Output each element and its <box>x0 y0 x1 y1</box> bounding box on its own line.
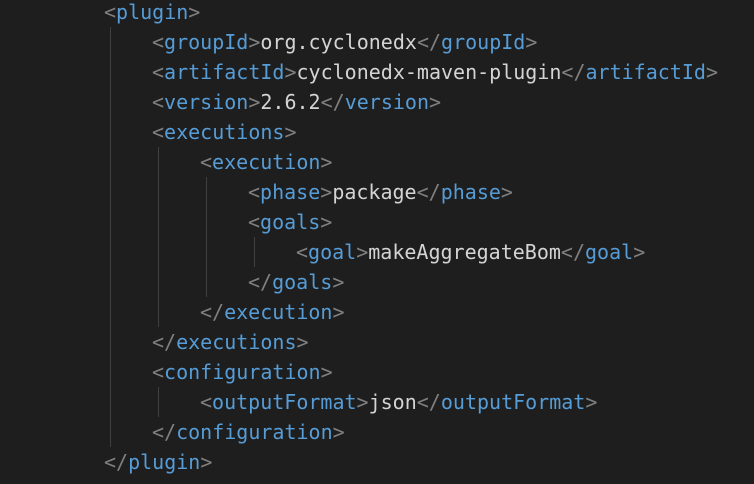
tag-bracket: </ <box>152 420 177 444</box>
tag-bracket: </ <box>152 330 177 354</box>
code-line[interactable]: </configuration> <box>152 417 345 447</box>
tag-bracket: > <box>320 180 333 204</box>
tag-bracket: < <box>152 120 165 144</box>
tag-bracket: > <box>705 60 718 84</box>
tag-name: outputFormat <box>212 390 357 414</box>
end-tag-name: goal <box>585 240 634 264</box>
code-line[interactable]: <phase>package</phase> <box>248 177 513 207</box>
tag-bracket: > <box>320 150 333 174</box>
tag-name: execution <box>224 300 333 324</box>
element-value: org.cyclonedx <box>260 30 417 54</box>
tag-bracket: > <box>356 390 369 414</box>
code-line[interactable]: </goals> <box>248 267 344 297</box>
tag-bracket: > <box>332 270 345 294</box>
tag-bracket: > <box>585 390 598 414</box>
element-value: makeAggregateBom <box>368 240 561 264</box>
tag-bracket: > <box>633 240 646 264</box>
tag-bracket: > <box>332 300 345 324</box>
indent-guide <box>254 237 255 267</box>
tag-name: executions <box>176 330 297 354</box>
tag-bracket: < <box>248 180 261 204</box>
tag-bracket: </ <box>104 450 129 474</box>
tag-bracket: </ <box>320 90 345 114</box>
code-line[interactable]: <executions> <box>152 117 297 147</box>
tag-name: configuration <box>164 360 321 384</box>
tag-name: phase <box>260 180 321 204</box>
end-tag-name: groupId <box>441 30 526 54</box>
tag-name: plugin <box>128 450 201 474</box>
indent-guide <box>158 387 159 417</box>
element-value: 2.6.2 <box>260 90 321 114</box>
code-line[interactable]: </plugin> <box>104 447 212 477</box>
indent-guide <box>110 27 111 447</box>
tag-bracket: </ <box>561 60 586 84</box>
tag-bracket: > <box>284 60 297 84</box>
tag-bracket: < <box>296 240 309 264</box>
tag-name: artifactId <box>164 60 285 84</box>
end-tag-name: artifactId <box>585 60 706 84</box>
indent-guide <box>206 177 207 297</box>
code-line[interactable]: </executions> <box>152 327 309 357</box>
code-line[interactable]: <goals> <box>248 207 332 237</box>
code-line[interactable]: <version>2.6.2</version> <box>152 87 441 117</box>
indent-guide <box>158 147 159 327</box>
tag-name: execution <box>212 150 321 174</box>
code-line[interactable]: <execution> <box>200 147 332 177</box>
tag-name: executions <box>164 120 285 144</box>
tag-bracket: > <box>248 90 261 114</box>
tag-name: goal <box>308 240 357 264</box>
code-line[interactable]: <outputFormat>json</outputFormat> <box>200 387 597 417</box>
tag-bracket: > <box>429 90 442 114</box>
tag-bracket: </ <box>416 30 442 54</box>
tag-bracket: > <box>356 240 369 264</box>
tag-bracket: </ <box>560 240 586 264</box>
code-line[interactable]: <groupId>org.cyclonedx</groupId> <box>152 27 537 57</box>
tag-bracket: > <box>500 180 513 204</box>
tag-bracket: < <box>152 90 165 114</box>
element-value: json <box>368 390 417 414</box>
tag-name: goals <box>272 270 333 294</box>
tag-bracket: > <box>320 210 333 234</box>
tag-bracket: < <box>200 390 213 414</box>
tag-name: goals <box>260 210 321 234</box>
tag-bracket: < <box>152 360 165 384</box>
tag-bracket: > <box>248 30 261 54</box>
tag-bracket: > <box>332 420 345 444</box>
end-tag-name: outputFormat <box>440 390 586 414</box>
tag-bracket: > <box>525 30 538 54</box>
code-line[interactable]: <configuration> <box>152 357 333 387</box>
tag-name: version <box>164 90 249 114</box>
tag-name: groupId <box>164 30 249 54</box>
tag-bracket: </ <box>416 390 441 414</box>
code-line[interactable]: <goal>makeAggregateBom</goal> <box>296 237 645 267</box>
code-line[interactable]: </execution> <box>200 297 345 327</box>
tag-bracket: > <box>284 120 297 144</box>
tag-bracket: </ <box>200 300 225 324</box>
tag-bracket: </ <box>416 180 441 204</box>
tag-name: configuration <box>176 420 333 444</box>
code-editor[interactable]: <plugin> <groupId>org.cyclonedx</groupId>… <box>0 0 754 484</box>
element-value: package <box>332 180 417 204</box>
tag-bracket: > <box>188 0 201 24</box>
tag-bracket: > <box>320 360 333 384</box>
tag-bracket: < <box>104 0 117 24</box>
end-tag-name: version <box>344 90 429 114</box>
end-tag-name: phase <box>440 180 501 204</box>
tag-bracket: < <box>152 30 165 54</box>
code-line[interactable]: <plugin> <box>104 0 200 27</box>
tag-bracket: < <box>200 150 213 174</box>
tag-bracket: > <box>296 330 309 354</box>
code-line[interactable]: <artifactId>cyclonedx-maven-plugin</arti… <box>152 57 718 87</box>
element-value: cyclonedx-maven-plugin <box>296 60 562 84</box>
tag-bracket: < <box>152 60 165 84</box>
tag-bracket: > <box>200 450 213 474</box>
tag-name: plugin <box>116 0 189 24</box>
tag-bracket: </ <box>248 270 273 294</box>
tag-bracket: < <box>248 210 261 234</box>
